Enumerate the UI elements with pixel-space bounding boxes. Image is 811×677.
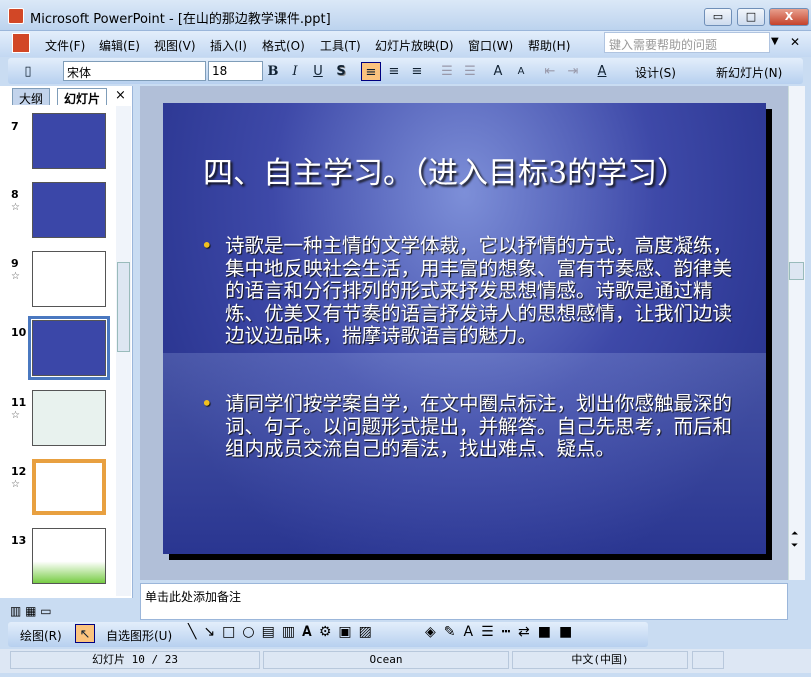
new-slide-button[interactable]: 新幻灯片(N) <box>716 64 782 81</box>
menu-view[interactable]: 视图(V) <box>154 37 196 54</box>
slide-number: 11 <box>11 396 27 409</box>
slide-number: 10 <box>11 326 27 339</box>
menu-window[interactable]: 窗口(W) <box>468 37 513 54</box>
bullet-text[interactable]: 诗歌是一种主情的文学体裁，它以抒情的方式，高度凝练，集中地反映社会生活，用丰富的… <box>201 234 741 348</box>
new-document-icon[interactable]: ▯ <box>18 62 38 81</box>
decrease-font-icon[interactable]: A <box>511 62 531 81</box>
menu-insert[interactable]: 插入(I) <box>210 37 247 54</box>
slide-number: 7 <box>11 120 19 133</box>
menu-format[interactable]: 格式(O) <box>262 37 305 54</box>
slide-thumbnail-9[interactable] <box>32 251 106 307</box>
slide-scrollbar[interactable] <box>788 86 805 580</box>
close-button[interactable]: X <box>769 8 809 26</box>
slide-thumbnail-12[interactable] <box>32 459 106 515</box>
slide-number: 8 <box>11 188 19 201</box>
status-empty <box>692 651 724 669</box>
decrease-indent-icon[interactable]: ⇤ <box>540 62 560 81</box>
help-search-input[interactable]: 键入需要帮助的问题 <box>604 32 770 53</box>
animation-star-icon: ☆ <box>11 410 20 421</box>
status-slide-count: 幻灯片 10 / 23 <box>10 651 260 669</box>
bullets-icon[interactable]: ☰ <box>460 62 480 81</box>
slide-thumbnail-10-selected[interactable] <box>28 316 110 380</box>
chevron-down-icon[interactable]: ▼ <box>771 36 779 47</box>
menu-slideshow[interactable]: 幻灯片放映(D) <box>375 37 454 54</box>
align-left-icon[interactable]: ≡ <box>361 62 381 81</box>
align-right-icon[interactable]: ≡ <box>407 62 427 81</box>
bold-button[interactable]: B <box>263 62 283 81</box>
align-center-icon[interactable]: ≡ <box>384 62 404 81</box>
design-button[interactable]: 设计(S) <box>635 64 676 81</box>
bullet-text[interactable]: 请同学们按学案自学，在文中圈点标注，划出你感触最深的词、句子。以问题形式提出，并… <box>201 392 741 461</box>
prev-next-slide-icon[interactable]: ⏶ ⏷ <box>791 528 798 552</box>
shape-tools-icon[interactable]: ╲↘□○▤▥𝐀⚙▣▨ <box>188 624 379 640</box>
slide-canvas[interactable]: 四、自主学习。（进入目标3的学习） 诗歌是一种主情的文学体裁，它以抒情的方式，高… <box>163 103 766 554</box>
autoshapes-button[interactable]: 自选图形(U) <box>106 627 172 644</box>
slide-thumbnail-13[interactable] <box>32 528 106 584</box>
scrollbar-thumb[interactable] <box>789 262 804 280</box>
font-color-icon[interactable]: A <box>592 62 612 81</box>
menu-tools[interactable]: 工具(T) <box>320 37 361 54</box>
close-icon[interactable]: ✕ <box>790 35 800 49</box>
font-size-select[interactable]: 18 <box>208 61 263 81</box>
slide-thumbnail-11[interactable] <box>32 390 106 446</box>
close-pane-icon[interactable]: × <box>115 88 126 103</box>
menu-file[interactable]: 文件(F) <box>45 37 85 54</box>
menu-help[interactable]: 帮助(H) <box>528 37 570 54</box>
view-buttons-icon[interactable]: ▥ ▦ ▭ <box>10 604 52 618</box>
increase-font-icon[interactable]: A <box>488 62 508 81</box>
slide-number: 9 <box>11 257 19 270</box>
font-select[interactable]: 宋体 <box>63 61 206 81</box>
color-tools-icon[interactable]: ◈✎A☰┅⇄■■ <box>425 624 580 640</box>
shadow-button[interactable]: S <box>331 62 351 81</box>
notes-pane[interactable]: 单击此处添加备注 <box>140 583 788 620</box>
underline-button[interactable]: U <box>308 62 328 81</box>
minimize-button[interactable]: ▭ <box>704 8 732 26</box>
scrollbar-thumb[interactable] <box>117 262 130 352</box>
italic-button[interactable]: I <box>285 62 305 81</box>
powerpoint-icon[interactable] <box>8 8 24 24</box>
animation-star-icon: ☆ <box>11 479 20 490</box>
slide-title[interactable]: 四、自主学习。（进入目标3的学习） <box>203 148 687 192</box>
select-arrow-icon[interactable]: ↖ <box>75 624 95 643</box>
window-title: Microsoft PowerPoint - [在山的那边教学课件.ppt] <box>30 12 331 27</box>
status-design: Ocean <box>263 651 509 669</box>
animation-star-icon: ☆ <box>11 202 20 213</box>
slide-number: 12 <box>11 465 27 478</box>
increase-indent-icon[interactable]: ⇥ <box>563 62 583 81</box>
draw-menu-button[interactable]: 绘图(R) <box>20 627 62 644</box>
tab-slides[interactable]: 幻灯片 <box>57 88 108 106</box>
document-icon[interactable] <box>12 33 30 53</box>
menu-edit[interactable]: 编辑(E) <box>99 37 140 54</box>
status-language: 中文(中国) <box>512 651 688 669</box>
maximize-button[interactable]: □ <box>737 8 765 26</box>
slide-thumbnail-7[interactable] <box>32 113 106 169</box>
slide-number: 13 <box>11 534 27 547</box>
animation-star-icon: ☆ <box>11 271 20 282</box>
numbering-icon[interactable]: ☰ <box>437 62 457 81</box>
tab-outline[interactable]: 大纲 <box>12 88 51 106</box>
slide-thumbnail-8[interactable] <box>32 182 106 238</box>
